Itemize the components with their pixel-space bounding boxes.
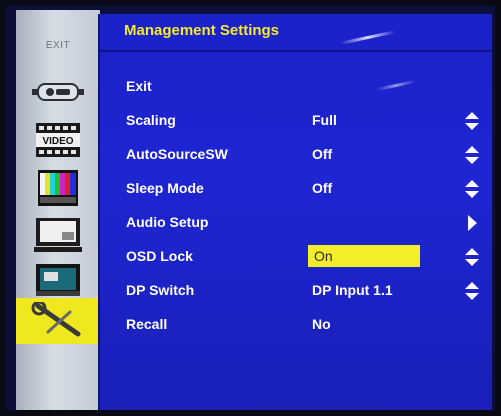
row-value: Off <box>312 180 333 196</box>
menu-row-dp-switch[interactable]: DP Switch DP Input 1.1 <box>100 276 492 306</box>
osd-sidebar: EXIT VIDEO <box>16 10 100 410</box>
row-label: Exit <box>126 78 152 94</box>
menu-row-recall[interactable]: Recall No <box>100 310 492 340</box>
right-arrow-icon[interactable] <box>464 213 480 233</box>
row-value: DP Input 1.1 <box>312 282 393 298</box>
row-label: OSD Lock <box>126 248 193 264</box>
management-settings-panel: Management Settings Exit Scaling Full Au… <box>98 14 492 410</box>
up-down-arrow-icon[interactable] <box>464 145 480 165</box>
row-value: Off <box>312 146 333 162</box>
wrench-tools-icon <box>26 302 90 340</box>
row-value-selected[interactable]: On <box>308 245 420 267</box>
video-icon[interactable]: VIDEO <box>26 122 90 158</box>
menu-row-osd-lock[interactable]: OSD Lock On <box>100 242 492 272</box>
row-label: DP Switch <box>126 282 195 298</box>
menu-row-audio-setup[interactable]: Audio Setup <box>100 208 492 238</box>
up-down-arrow-icon[interactable] <box>464 179 480 199</box>
up-down-arrow-icon[interactable] <box>464 281 480 301</box>
screen-glare <box>340 30 396 45</box>
color-bars-icon[interactable] <box>26 170 90 206</box>
row-label: Scaling <box>126 112 176 128</box>
row-label: Sleep Mode <box>126 180 204 196</box>
monitor-display-icon[interactable] <box>26 218 90 254</box>
osd-screen: EXIT VIDEO Management Settings Exit Scal… <box>6 6 495 410</box>
row-value: Full <box>312 112 337 128</box>
row-label: Audio Setup <box>126 214 209 230</box>
row-label: Recall <box>126 316 168 332</box>
row-label: AutoSourceSW <box>126 146 228 162</box>
menu-row-autosourcesw[interactable]: AutoSourceSW Off <box>100 140 492 170</box>
up-down-arrow-icon[interactable] <box>464 247 480 267</box>
video-icon-label: VIDEO <box>42 136 73 147</box>
menu-row-exit[interactable]: Exit <box>100 72 492 102</box>
sidebar-exit-label[interactable]: EXIT <box>16 40 100 51</box>
input-connector-icon[interactable] <box>26 74 90 110</box>
up-down-arrow-icon[interactable] <box>464 111 480 131</box>
menu-row-sleep-mode[interactable]: Sleep Mode Off <box>100 174 492 204</box>
title-divider <box>100 50 492 52</box>
menu-row-scaling[interactable]: Scaling Full <box>100 106 492 136</box>
sidebar-item-management[interactable] <box>16 298 100 344</box>
page-title: Management Settings <box>124 22 280 39</box>
picture-in-picture-icon[interactable] <box>26 262 90 298</box>
row-value: No <box>312 316 331 332</box>
